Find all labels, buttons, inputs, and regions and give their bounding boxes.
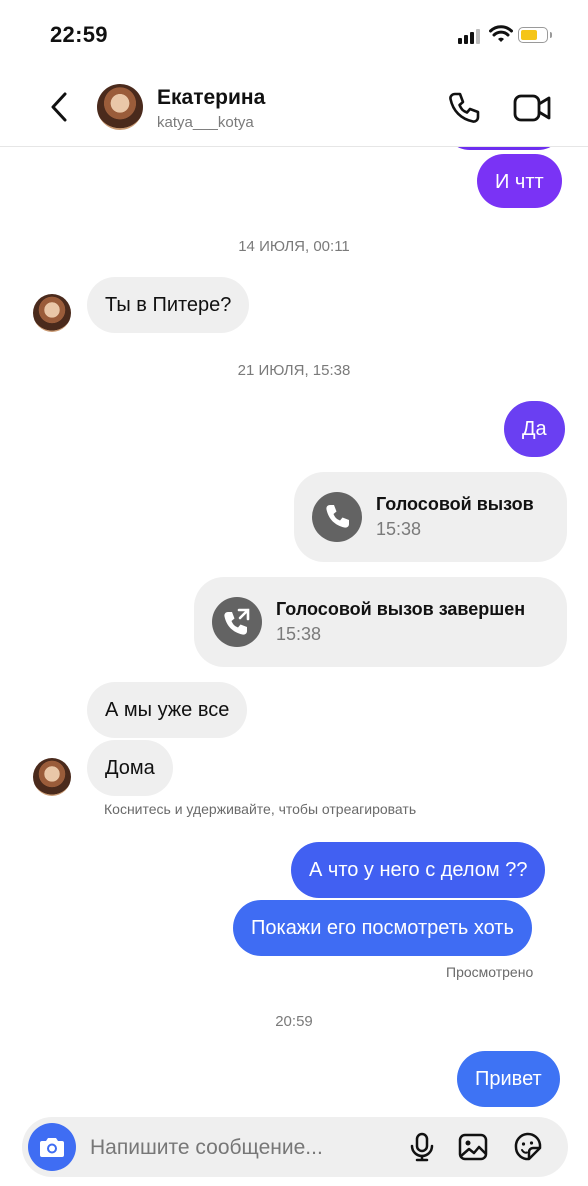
avatar[interactable] — [33, 294, 71, 332]
outgoing-message[interactable]: А что у него с делом ?? — [291, 842, 546, 898]
message-input[interactable] — [88, 1131, 402, 1165]
outgoing-call-icon — [224, 608, 250, 635]
time-separator: 20:59 — [275, 1013, 313, 1030]
date-separator: 21 ИЮЛЯ, 15:38 — [237, 362, 351, 379]
camera-button[interactable] — [28, 1123, 76, 1171]
contact-username[interactable]: katya___kotya — [157, 114, 254, 131]
chat-header: Екатерина katya___kotya — [0, 70, 588, 147]
incoming-message[interactable]: А мы уже все — [87, 682, 248, 738]
battery-icon — [518, 27, 552, 43]
call-title: Голосовой вызов завершен — [276, 599, 526, 619]
sticker-icon[interactable] — [512, 1131, 544, 1163]
phone-icon — [326, 505, 349, 528]
seen-status: Просмотрено — [446, 964, 534, 980]
voice-call-ended-card[interactable]: Голосовой вызов завершен 15:38 — [194, 577, 567, 667]
incoming-message[interactable]: Дома — [87, 740, 173, 796]
cellular-signal-icon — [458, 28, 484, 44]
outgoing-message[interactable]: И чтт — [477, 154, 562, 208]
call-title: Голосовой вызов — [376, 494, 534, 514]
outgoing-message[interactable]: Да — [504, 401, 565, 457]
contact-name[interactable]: Екатерина — [157, 86, 265, 110]
call-time: 15:38 — [376, 519, 422, 539]
call-circle — [312, 492, 362, 542]
outgoing-message[interactable]: Покажи его посмотреть хоть — [233, 900, 532, 956]
avatar[interactable] — [33, 758, 71, 796]
camera-icon — [40, 1138, 64, 1157]
wifi-icon — [489, 25, 513, 42]
call-circle — [212, 597, 262, 647]
reaction-hint: Коснитесь и удерживайте, чтобы отреагиро… — [104, 801, 417, 817]
incoming-message[interactable]: Ты в Питере? — [87, 277, 250, 333]
status-time: 22:59 — [50, 22, 108, 47]
avatar[interactable] — [97, 84, 143, 130]
voice-call-card[interactable]: Голосовой вызов 15:38 — [294, 472, 567, 562]
gallery-icon[interactable] — [457, 1131, 489, 1163]
video-camera-icon[interactable] — [512, 90, 552, 126]
microphone-icon[interactable] — [406, 1131, 438, 1163]
date-separator: 14 ИЮЛЯ, 00:11 — [238, 238, 350, 255]
outgoing-message[interactable]: Привет — [457, 1051, 560, 1107]
call-time: 15:38 — [276, 624, 322, 644]
phone-icon[interactable] — [446, 90, 482, 126]
back-chevron-icon[interactable] — [46, 90, 72, 124]
message-composer — [22, 1117, 568, 1177]
